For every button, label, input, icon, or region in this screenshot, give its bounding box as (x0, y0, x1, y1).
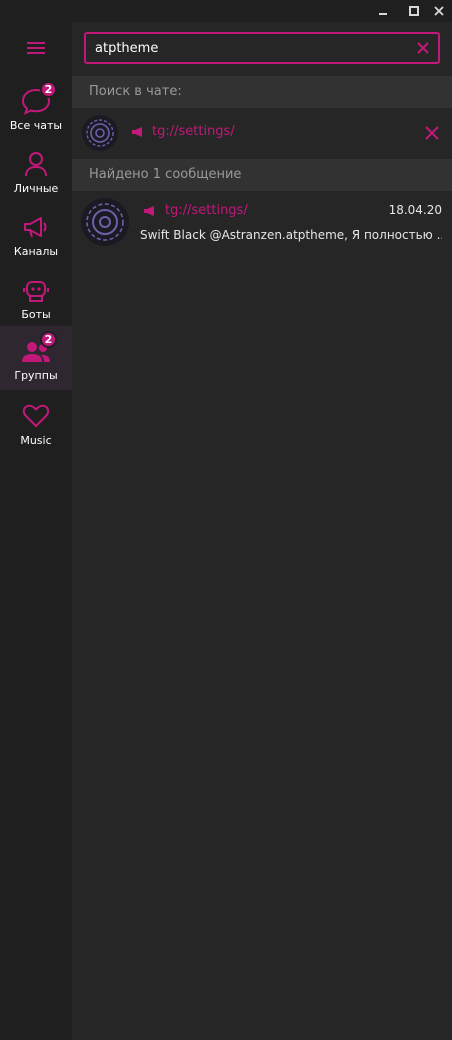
result-snippet: Swift Black @Astranzen.atptheme, Я полно… (140, 228, 442, 242)
minimize-button[interactable] (372, 0, 394, 22)
minimize-icon (379, 13, 387, 15)
unread-badge: 2 (40, 81, 57, 98)
maximize-button[interactable] (403, 0, 425, 22)
channel-icon (132, 126, 142, 137)
settings-avatar-icon (81, 198, 129, 246)
settings-avatar-icon (82, 115, 118, 151)
folder-channels[interactable]: Каналы (0, 204, 72, 267)
result-peer: tg://settings/ (143, 203, 248, 218)
folder-label: Все чаты (9, 119, 63, 132)
folder-label: Music (20, 434, 52, 447)
main-menu-button[interactable] (0, 22, 72, 74)
heart-icon (22, 404, 50, 427)
search-result-row[interactable]: tg://settings/ 18.04.20 Swift Black @Ast… (72, 191, 452, 253)
results-header: Найдено 1 сообщение (72, 159, 452, 191)
folder-groups[interactable]: 2 Группы (0, 326, 72, 390)
maximize-icon (409, 6, 419, 16)
folder-personal[interactable]: Личные (0, 141, 72, 204)
unread-badge: 2 (40, 331, 57, 348)
megaphone-icon (24, 217, 47, 238)
folder-music[interactable]: Music (0, 393, 72, 456)
folder-label: Боты (21, 308, 51, 321)
folder-label: Личные (13, 182, 59, 195)
bot-icon (23, 281, 49, 302)
folder-bots[interactable]: Боты (0, 267, 72, 330)
folder-all-chats[interactable]: 2 Все чаты (0, 78, 72, 141)
close-icon (425, 126, 439, 140)
title-bar (0, 0, 452, 22)
close-icon (417, 42, 429, 54)
folders-sidebar: 2 Все чаты Личные Каналы Боты 2 Группы M… (0, 22, 72, 1040)
result-date: 18.04.20 (388, 203, 442, 217)
search-chat-peer: tg://settings/ (131, 124, 235, 139)
search-chat-name: tg://settings/ (152, 124, 235, 139)
close-window-button[interactable] (428, 0, 450, 22)
channel-icon (144, 205, 154, 216)
chat-list-panel: Поиск в чате: tg://settings/ Найдено 1 с… (72, 22, 452, 1040)
search-input[interactable] (86, 34, 406, 62)
search-box (84, 32, 440, 64)
folder-label: Каналы (13, 245, 59, 258)
clear-search-button[interactable] (414, 39, 432, 57)
result-peer-name: tg://settings/ (165, 203, 248, 218)
person-icon (25, 152, 47, 177)
remove-chat-filter-button[interactable] (422, 123, 442, 143)
folder-label: Группы (14, 369, 58, 382)
search-in-chat-row[interactable]: tg://settings/ (72, 110, 452, 156)
search-in-chat-header: Поиск в чате: (72, 76, 452, 108)
close-icon (434, 6, 444, 16)
hamburger-icon (27, 42, 45, 54)
